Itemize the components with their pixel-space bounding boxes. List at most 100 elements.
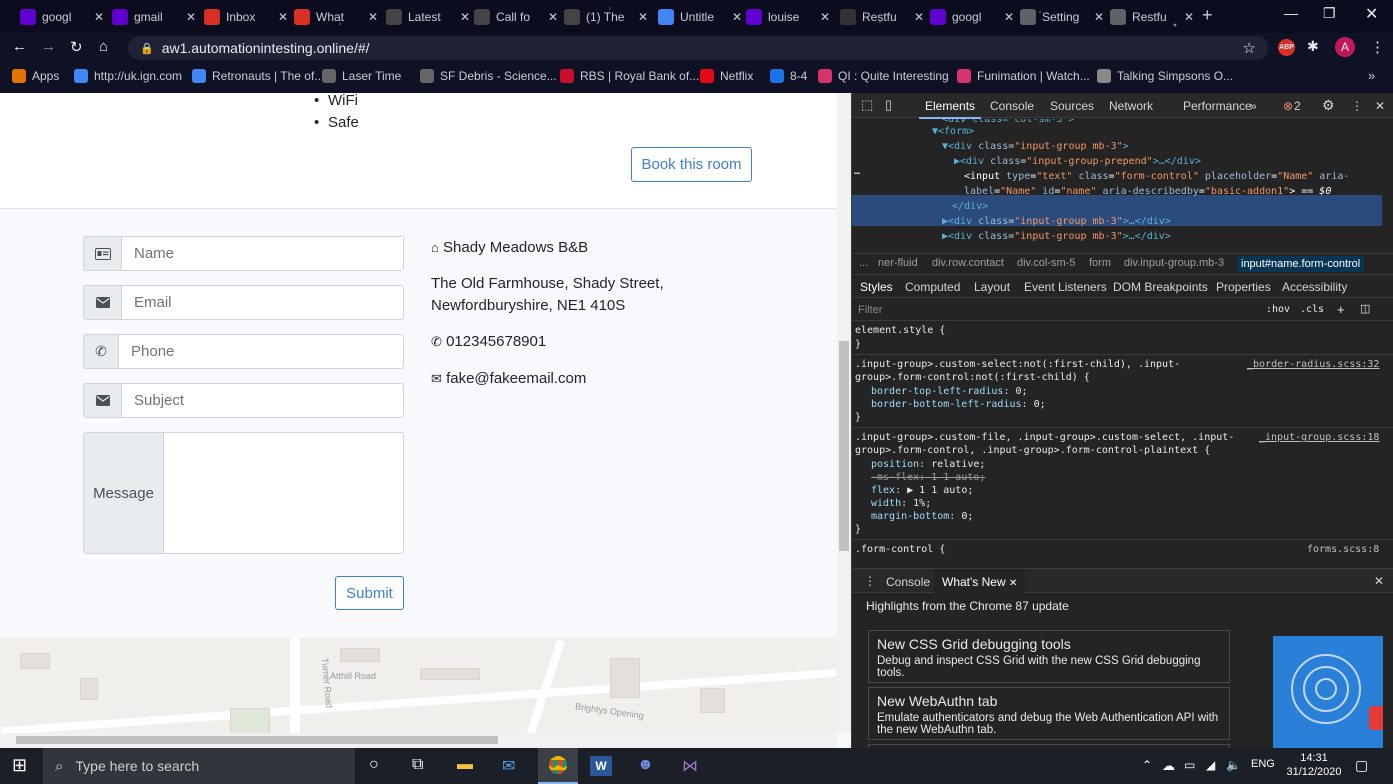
breadcrumb-item[interactable]: ... [859, 257, 868, 269]
device-toolbar-icon[interactable]: ▯ [885, 97, 892, 113]
tab-event-listeners[interactable]: Event Listeners [1024, 280, 1107, 294]
error-count[interactable]: 2 [1294, 99, 1301, 113]
name-field[interactable]: Name [121, 236, 404, 271]
toggle-sidebar-icon[interactable]: ◫ [1360, 302, 1370, 315]
adblock-icon[interactable]: ABP [1278, 39, 1295, 56]
tab-sources[interactable]: Sources [1050, 99, 1094, 113]
maximize-button[interactable]: ❐ [1323, 5, 1336, 22]
drawer-menu-icon[interactable]: ⋮ [864, 574, 876, 588]
close-tab-icon[interactable]: ✕ [94, 10, 104, 24]
network-icon[interactable]: ◢ [1206, 758, 1215, 772]
message-textarea[interactable] [163, 432, 404, 554]
tab-accessibility[interactable]: Accessibility [1282, 280, 1347, 294]
bookmark-item[interactable]: Laser Time [322, 69, 401, 83]
visual-studio-icon[interactable]: ⋈ [682, 756, 698, 776]
reload-button[interactable]: ↻ [70, 38, 83, 56]
bookmark-item[interactable]: Funimation | Watch... [957, 69, 1090, 83]
bookmark-star-icon[interactable]: ☆ [1243, 39, 1256, 57]
whats-new-card[interactable]: New CSS Grid debugging tools Debug and i… [868, 630, 1230, 683]
menu-icon[interactable]: ⋮ [1370, 38, 1385, 56]
language-indicator[interactable]: ENG [1251, 758, 1275, 770]
address-bar[interactable]: 🔒 aw1.automationintesting.online/#/ ☆ [128, 36, 1268, 60]
bookmark-item[interactable]: 8-4 [770, 69, 807, 83]
avatar[interactable]: A [1335, 37, 1355, 57]
close-icon[interactable]: ✕ [1375, 99, 1385, 113]
close-tab-icon[interactable]: ✕ [548, 10, 558, 24]
browser-tab[interactable]: louise ✕ [740, 4, 836, 29]
error-icon[interactable]: ⊗ [1283, 99, 1293, 113]
minimize-button[interactable]: — [1284, 5, 1298, 21]
close-drawer-icon[interactable]: ✕ [1374, 574, 1384, 588]
bookmark-item[interactable]: QI : Quite Interesting [818, 69, 949, 83]
browser-tab[interactable]: Restfu ✕ [834, 4, 930, 29]
task-view-icon[interactable]: ⧉ [412, 756, 423, 774]
tab-properties[interactable]: Properties [1216, 280, 1271, 294]
battery-icon[interactable]: ▭ [1184, 758, 1195, 772]
drawer-tab-whats-new[interactable]: What's New ✕ [934, 569, 1026, 593]
close-tab-icon[interactable]: ✕ [368, 10, 378, 24]
bookmark-item[interactable]: SF Debris - Science... [420, 69, 557, 83]
browser-tab[interactable]: (1) The ✕ [558, 4, 654, 29]
browser-tab[interactable]: What ✕ [288, 4, 384, 29]
close-tab-icon[interactable]: ✕ [820, 10, 830, 24]
cls-toggle[interactable]: .cls [1300, 304, 1324, 315]
taskbar-search[interactable]: ⌕ Type here to search [43, 748, 355, 784]
bookmarks-overflow-icon[interactable]: » [1368, 68, 1375, 83]
map[interactable]: Turner Road Atthill Road Brightys Openin… [0, 638, 837, 748]
inspect-icon[interactable]: ⬚ [861, 97, 873, 113]
clock[interactable]: 14:31 31/12/2020 [1284, 751, 1344, 779]
close-tab-icon[interactable]: ✕ [278, 10, 288, 24]
book-room-button[interactable]: Book this room [631, 147, 752, 182]
file-explorer-icon[interactable]: ▬ [457, 756, 473, 774]
close-icon[interactable]: ✕ [1009, 578, 1017, 589]
source-link[interactable]: forms.scss:8 [1307, 543, 1379, 557]
bookmark-item[interactable]: Retronauts | The of... [192, 69, 324, 83]
close-tab-icon[interactable]: ✕ [1184, 10, 1194, 24]
breadcrumb-item[interactable]: form [1089, 257, 1111, 269]
tab-layout[interactable]: Layout [974, 280, 1010, 294]
whats-new-card[interactable]: New WebAuthn tab Emulate authenticators … [868, 687, 1230, 740]
back-button[interactable]: ← [12, 38, 27, 55]
tab-network[interactable]: Network [1109, 99, 1153, 113]
devtools-menu-icon[interactable]: ⋮ [1351, 99, 1363, 113]
new-rule-icon[interactable]: + [1337, 302, 1345, 317]
bookmark-item[interactable]: Netflix [700, 69, 753, 83]
discord-icon[interactable]: ☻ [637, 756, 654, 774]
subject-field[interactable]: Subject [121, 383, 404, 418]
windows-start-icon[interactable]: ⊞ [12, 755, 27, 776]
breadcrumb-item[interactable]: div.input-group.mb-3 [1124, 257, 1224, 269]
browser-tab[interactable]: Inbox ✕ [198, 4, 294, 29]
breadcrumb-item[interactable]: ner-fluid [878, 257, 918, 269]
bookmark-item[interactable]: RBS | Royal Bank of... [560, 69, 699, 83]
new-tab-button[interactable]: + [1202, 5, 1213, 26]
browser-tab[interactable]: Untitle ✕ [652, 4, 748, 29]
cortana-icon[interactable]: ○ [369, 756, 379, 774]
breadcrumb-item[interactable]: div.col-sm-5 [1017, 257, 1075, 269]
source-link[interactable]: _input-group.scss:18 [1259, 431, 1379, 445]
mail-icon[interactable]: ✉ [502, 756, 515, 776]
tab-console[interactable]: Console [990, 99, 1034, 113]
extensions-icon[interactable]: ✱ [1307, 38, 1319, 55]
more-tabs-icon[interactable]: » [1250, 99, 1257, 113]
close-tab-icon[interactable]: ✕ [186, 10, 196, 24]
bookmark-item[interactable]: Talking Simpsons O... [1097, 69, 1233, 83]
horizontal-scroll-thumb[interactable] [16, 736, 498, 744]
home-button[interactable]: ⌂ [99, 38, 108, 55]
vertical-scroll-thumb[interactable] [839, 341, 849, 551]
submit-button[interactable]: Submit [335, 576, 404, 610]
notifications-icon[interactable]: ▢ [1355, 757, 1368, 774]
drawer-tab-console[interactable]: Console [886, 575, 930, 589]
gear-icon[interactable]: ⚙ [1322, 97, 1335, 114]
source-link[interactable]: _border-radius.scss:32 [1247, 358, 1379, 372]
browser-tab[interactable]: Call fo ✕ [468, 4, 564, 29]
browser-tab[interactable]: gmail ✕ [106, 4, 202, 29]
filter-input[interactable]: Filter [858, 304, 882, 316]
bookmark-item[interactable]: http://uk.ign.com [74, 69, 182, 83]
close-tab-icon[interactable]: ✕ [1094, 10, 1104, 24]
word-icon[interactable]: W [590, 756, 612, 776]
browser-tab[interactable]: Restfu ✕ [1104, 4, 1200, 29]
close-window-button[interactable]: ✕ [1365, 4, 1378, 24]
breadcrumb-item-current[interactable]: input#name.form-control [1237, 256, 1365, 272]
phone-field[interactable]: Phone [118, 334, 404, 369]
browser-tab[interactable]: googl ✕ [924, 4, 1020, 29]
